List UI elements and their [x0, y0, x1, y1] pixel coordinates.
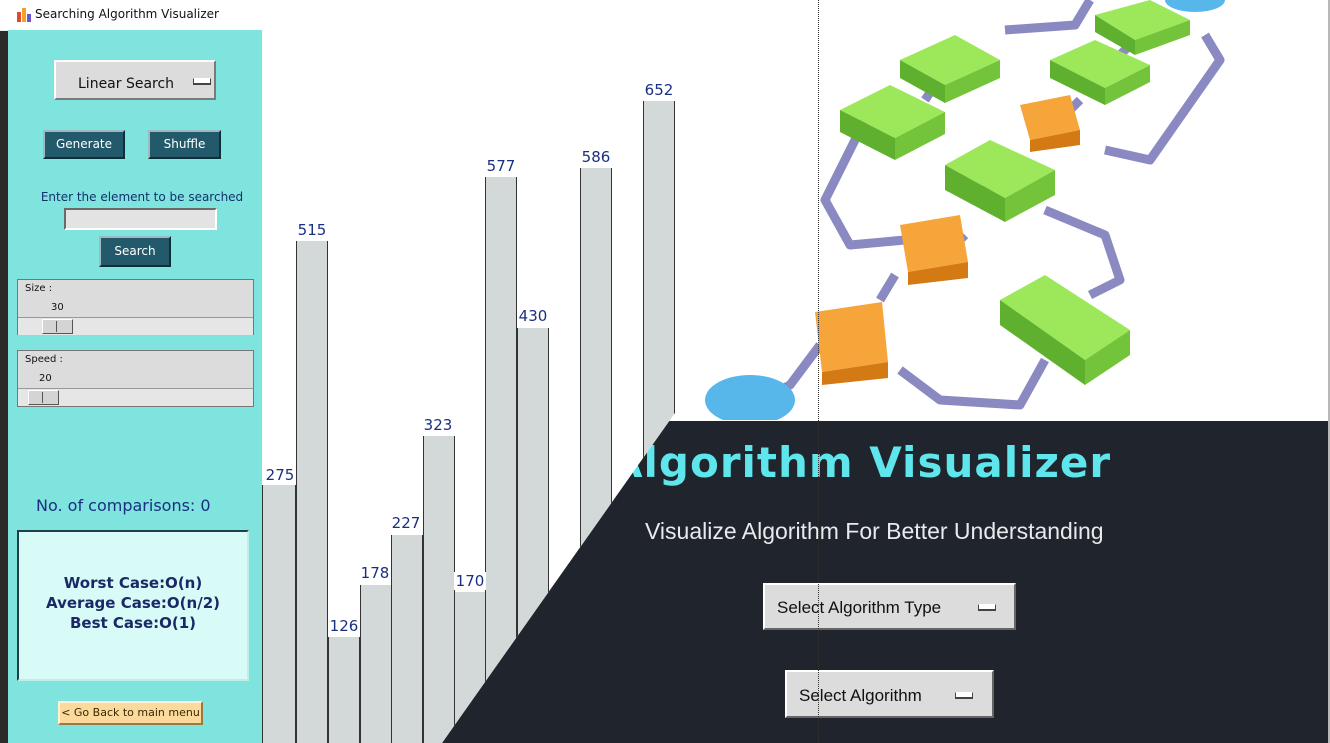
speed-slider-handle[interactable] — [28, 390, 59, 405]
search-button[interactable]: Search — [99, 236, 171, 267]
dropdown-caret-icon — [955, 692, 973, 698]
app-icon — [17, 8, 31, 22]
back-to-menu-button[interactable]: < Go Back to main menu — [58, 701, 203, 725]
average-case-text: Average Case:O(n/2) — [46, 594, 220, 612]
menu-subtitle: Visualize Algorithm For Better Understan… — [645, 518, 1104, 544]
bar-label: 227 — [390, 514, 422, 532]
speed-scale-value: 20 — [39, 373, 52, 384]
bar — [391, 535, 423, 743]
bar-label: 275 — [264, 466, 296, 484]
worst-case-text: Worst Case:O(n) — [63, 574, 203, 592]
speed-scale-label: Speed : — [25, 354, 63, 365]
bar-label: 577 — [485, 157, 517, 175]
size-scale-trough[interactable] — [18, 317, 253, 335]
dropdown-caret-icon — [978, 604, 996, 610]
bar-label: 586 — [580, 148, 612, 166]
bar-label: 323 — [422, 416, 454, 434]
algorithm-dropdown-label: Linear Search — [78, 76, 175, 92]
bar-label: 430 — [517, 307, 549, 325]
speed-scale-trough[interactable] — [18, 388, 253, 406]
menu-title: Algorithm Visualizer — [610, 438, 1112, 487]
bar-label: 170 — [454, 572, 486, 590]
size-scale-value: 30 — [51, 302, 64, 313]
size-slider-handle[interactable] — [42, 319, 73, 334]
control-sidebar: Linear Search Generate Shuffle Enter the… — [8, 30, 262, 743]
algorithm-dropdown[interactable]: Linear Search — [54, 60, 216, 100]
bar — [360, 585, 392, 743]
bar-label: 652 — [643, 81, 675, 99]
bar-label: 178 — [359, 564, 391, 582]
bar — [328, 637, 360, 743]
bar — [423, 436, 455, 743]
window-title: Searching Algorithm Visualizer — [35, 7, 219, 21]
algorithm-type-dropdown[interactable]: Select Algorithm Type — [763, 583, 1016, 630]
bar — [262, 485, 296, 743]
generate-button[interactable]: Generate — [43, 130, 125, 159]
search-input[interactable] — [64, 208, 217, 230]
speed-scale[interactable]: Speed : 20 — [17, 350, 254, 407]
left-edge-strip — [0, 0, 8, 743]
bar-label: 515 — [296, 221, 328, 239]
algorithm-type-label: Select Algorithm Type — [777, 598, 942, 617]
best-case-text: Best Case:O(1) — [69, 614, 197, 632]
size-scale-label: Size : — [25, 283, 53, 294]
algorithm-dropdown[interactable]: Select Algorithm — [785, 670, 994, 718]
divider-line — [818, 0, 819, 743]
comparisons-count: No. of comparisons: 0 — [36, 496, 211, 515]
shuffle-button[interactable]: Shuffle — [148, 130, 221, 159]
complexity-box: Worst Case:O(n) Average Case:O(n/2) Best… — [17, 530, 249, 681]
size-scale[interactable]: Size : 30 — [17, 279, 254, 335]
dropdown-caret-icon — [193, 78, 211, 84]
search-prompt: Enter the element to be searched — [40, 190, 244, 204]
bar — [296, 241, 328, 743]
bar-label: 126 — [328, 617, 360, 635]
